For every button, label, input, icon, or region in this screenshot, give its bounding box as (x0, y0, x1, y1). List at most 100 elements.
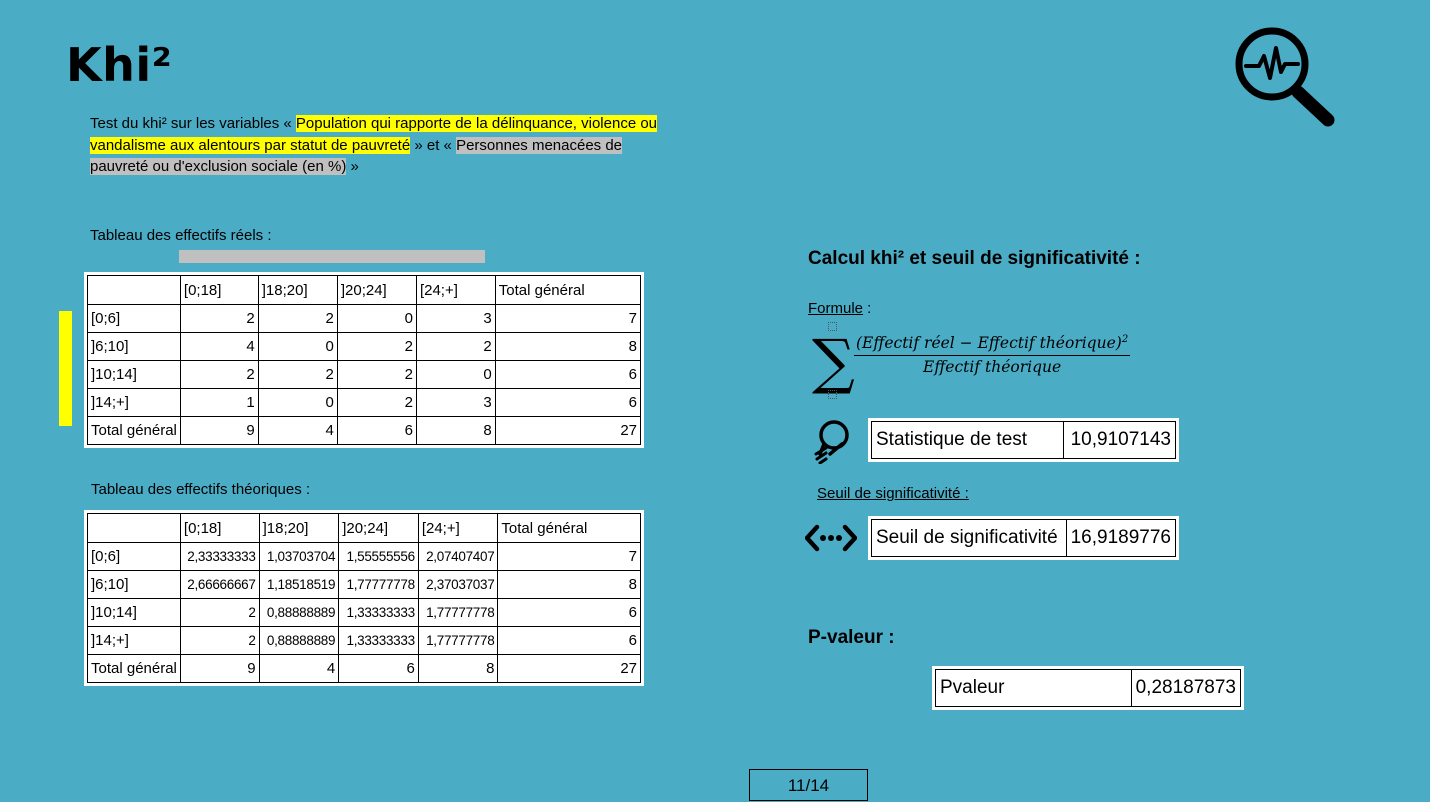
table-cell: 27 (497, 654, 641, 683)
table-row: [0;6] 2,33333333 1,03703704 1,55555556 2… (87, 542, 641, 571)
table-total-row: Total général 9 4 6 8 27 (87, 654, 641, 683)
row-label: ]6;10] (87, 570, 181, 599)
header-cell: Total général (494, 275, 642, 305)
table-cell: 7 (494, 304, 642, 333)
magnifier-pulse-icon (1235, 27, 1335, 127)
test-statistic-value: 10,9107143 (1063, 421, 1176, 459)
table-cell: 2 (179, 626, 260, 655)
row-label: ]6;10] (87, 332, 181, 361)
table-cell: 3 (415, 388, 496, 417)
table-cell: 0 (336, 304, 417, 333)
row-label: Total général (87, 654, 181, 683)
table-row: [0;6] 2 2 0 3 7 (87, 304, 642, 333)
table-total-row: Total général 9 4 6 8 27 (87, 416, 642, 445)
header-cell: ]20;24] (338, 513, 419, 543)
pvalue-value: 0,28187873 (1130, 669, 1242, 707)
table-cell: 0,88888889 (258, 598, 340, 627)
slide-title: Khi² (66, 38, 173, 92)
table-cell: 1,33333333 (338, 598, 419, 627)
yellow-highlight-bar (59, 311, 72, 426)
table-cell: 0 (257, 332, 338, 361)
row-label: [0;6] (87, 542, 181, 571)
table-cell: 7 (497, 542, 641, 571)
table-cell: 1 (179, 388, 259, 417)
table-cell: 9 (179, 654, 260, 683)
intro-text: Test du khi² sur les variables « Populat… (90, 113, 670, 178)
table-cell: 8 (415, 416, 496, 445)
formula-label-line: Formule : (808, 300, 871, 317)
table-cell: 2,33333333 (179, 542, 260, 571)
expected-table: [0;18] ]18;20] ]20;24] [24;+] Total géné… (84, 510, 644, 686)
header-cell: ]20;24] (336, 275, 417, 305)
table-cell: 0 (415, 360, 496, 389)
table-cell: 4 (179, 332, 259, 361)
table-row: Statistique de test 10,9107143 (870, 421, 1176, 459)
table-cell: 4 (258, 654, 340, 683)
row-label: ]14;+] (87, 626, 181, 655)
table-row: ]10;14] 2 2 2 0 6 (87, 360, 642, 389)
table-cell: 2 (179, 360, 259, 389)
threshold-value: 16,9189776 (1065, 519, 1177, 557)
table-cell: 2 (336, 360, 417, 389)
table-cell: 1,77777778 (417, 626, 499, 655)
calc-section-title: Calcul khi² et seuil de significativité … (808, 248, 1141, 269)
table-cell: 6 (338, 654, 419, 683)
test-statistic-table: Statistique de test 10,9107143 (868, 418, 1179, 462)
header-cell: [0;18] (179, 275, 259, 305)
table-cell: 1,33333333 (338, 626, 419, 655)
row-label: ]14;+] (87, 388, 181, 417)
table-cell: 2 (336, 388, 417, 417)
table-cell: 1,03703704 (258, 542, 340, 571)
formula-fraction: (Effectif réel − Effectif théorique)2 Ef… (854, 334, 1131, 377)
table-cell: 2,07407407 (417, 542, 499, 571)
arrows-dots-icon (805, 524, 857, 552)
table-cell: 0,88888889 (258, 626, 340, 655)
header-cell (87, 513, 181, 543)
threshold-label: Seuil de significativité (871, 519, 1067, 557)
observed-table-label: Tableau des effectifs réels : (90, 227, 272, 244)
table-cell: 2,66666667 (179, 570, 260, 599)
threshold-section-label: Seuil de significativité : (817, 485, 969, 502)
intro-part3: » (346, 158, 359, 175)
table-cell: 2 (257, 304, 338, 333)
table-cell: 1,18518519 (258, 570, 340, 599)
intro-part2: » et « (410, 136, 457, 154)
table-cell: 2,37037037 (417, 570, 499, 599)
header-cell: Total général (497, 513, 641, 543)
test-statistic-label: Statistique de test (870, 421, 1065, 459)
table-row: Pvaleur 0,28187873 (935, 669, 1242, 707)
table-cell: 6 (494, 388, 642, 417)
table-cell: 6 (497, 626, 641, 655)
table-row: Seuil de significativité 16,9189776 (871, 519, 1177, 557)
row-label: Total général (87, 416, 181, 445)
formula-denominator: Effectif théorique (923, 358, 1062, 377)
row-label: [0;6] (87, 304, 181, 333)
table-row: ]14;+] 1 0 2 3 6 (87, 388, 642, 417)
pvalue-label: Pvaleur (935, 669, 1132, 707)
table-cell: 4 (257, 416, 338, 445)
table-cell: 9 (179, 416, 259, 445)
table-row: ]14;+] 2 0,88888889 1,33333333 1,7777777… (87, 626, 641, 655)
table-cell: 6 (497, 598, 641, 627)
table-row: ]6;10] 4 0 2 2 8 (87, 332, 642, 361)
table-cell: 1,77777778 (338, 570, 419, 599)
header-cell (87, 275, 181, 305)
row-label: ]10;14] (87, 360, 181, 389)
pvalue-title: P-valeur : (808, 627, 895, 648)
page-indicator: 11/14 (749, 769, 868, 801)
table-cell: 0 (257, 388, 338, 417)
formula-exponent: 2 (1121, 334, 1129, 345)
chi2-formula: ∑ (Effectif réel − Effectif théorique)2 … (812, 322, 1172, 402)
table-cell: 3 (415, 304, 496, 333)
table-cell: 8 (497, 570, 641, 599)
header-cell: [24;+] (417, 513, 499, 543)
table-cell: 1,55555556 (338, 542, 419, 571)
table-row: ]6;10] 2,66666667 1,18518519 1,77777778 … (87, 570, 641, 599)
table-cell: 8 (417, 654, 499, 683)
table-cell: 2 (179, 304, 259, 333)
table-cell: 2 (336, 332, 417, 361)
table-cell: 6 (494, 360, 642, 389)
expected-table-label: Tableau des effectifs théoriques : (91, 481, 311, 498)
observed-table: [0;18] ]18;20] ]20;24] [24;+] Total géné… (84, 272, 644, 448)
table-cell: 2 (257, 360, 338, 389)
